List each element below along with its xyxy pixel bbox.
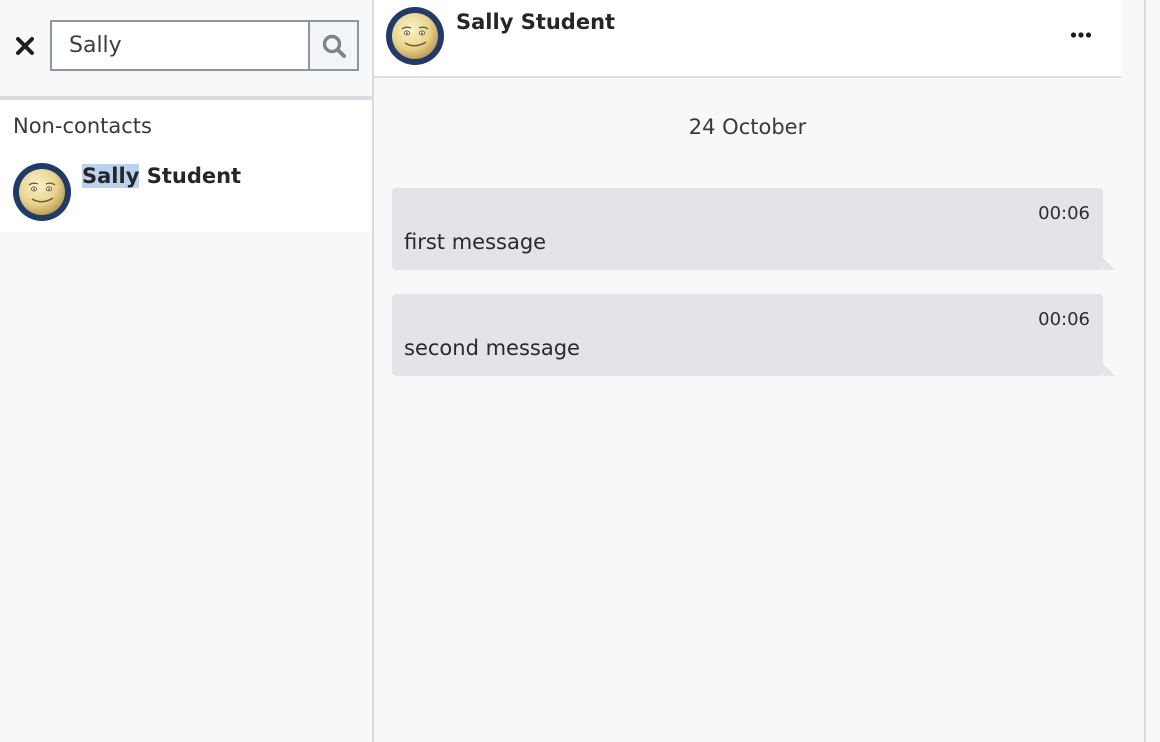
- search-button[interactable]: [308, 20, 359, 71]
- conversation-panel: Sally Student 24 October 00:06 first mes…: [374, 0, 1146, 742]
- close-search-button[interactable]: [12, 32, 38, 60]
- result-name: Sally Student: [82, 164, 241, 188]
- close-icon: [16, 37, 34, 55]
- message-bubble[interactable]: 00:06 first message: [392, 188, 1115, 270]
- message-text: first message: [404, 230, 547, 254]
- search-match-highlight: Sally: [82, 164, 140, 188]
- results-heading: Non-contacts: [13, 114, 152, 138]
- conversation-header: Sally Student: [374, 0, 1121, 78]
- smiley-avatar-icon[interactable]: [386, 7, 444, 65]
- conversation-title[interactable]: Sally Student: [456, 10, 615, 34]
- message-text: second message: [404, 336, 580, 360]
- result-name-rest: Student: [139, 164, 242, 188]
- conversation-actions-button[interactable]: [1064, 22, 1098, 48]
- result-item-sally-student[interactable]: Sally Student: [0, 156, 372, 226]
- smiley-avatar-icon: [13, 163, 71, 221]
- search-bar: [0, 0, 372, 100]
- search-input[interactable]: [50, 20, 308, 71]
- message-time: 00:06: [1038, 309, 1090, 330]
- message-time: 00:06: [1038, 203, 1090, 224]
- search-results: Non-contacts Sally Student: [0, 100, 372, 232]
- search-icon: [322, 34, 346, 58]
- date-divider: 24 October: [688, 115, 807, 139]
- contacts-panel: Non-contacts Sally Student: [0, 0, 374, 742]
- more-horizontal-icon: [1070, 32, 1092, 38]
- message-bubble[interactable]: 00:06 second message: [392, 294, 1115, 376]
